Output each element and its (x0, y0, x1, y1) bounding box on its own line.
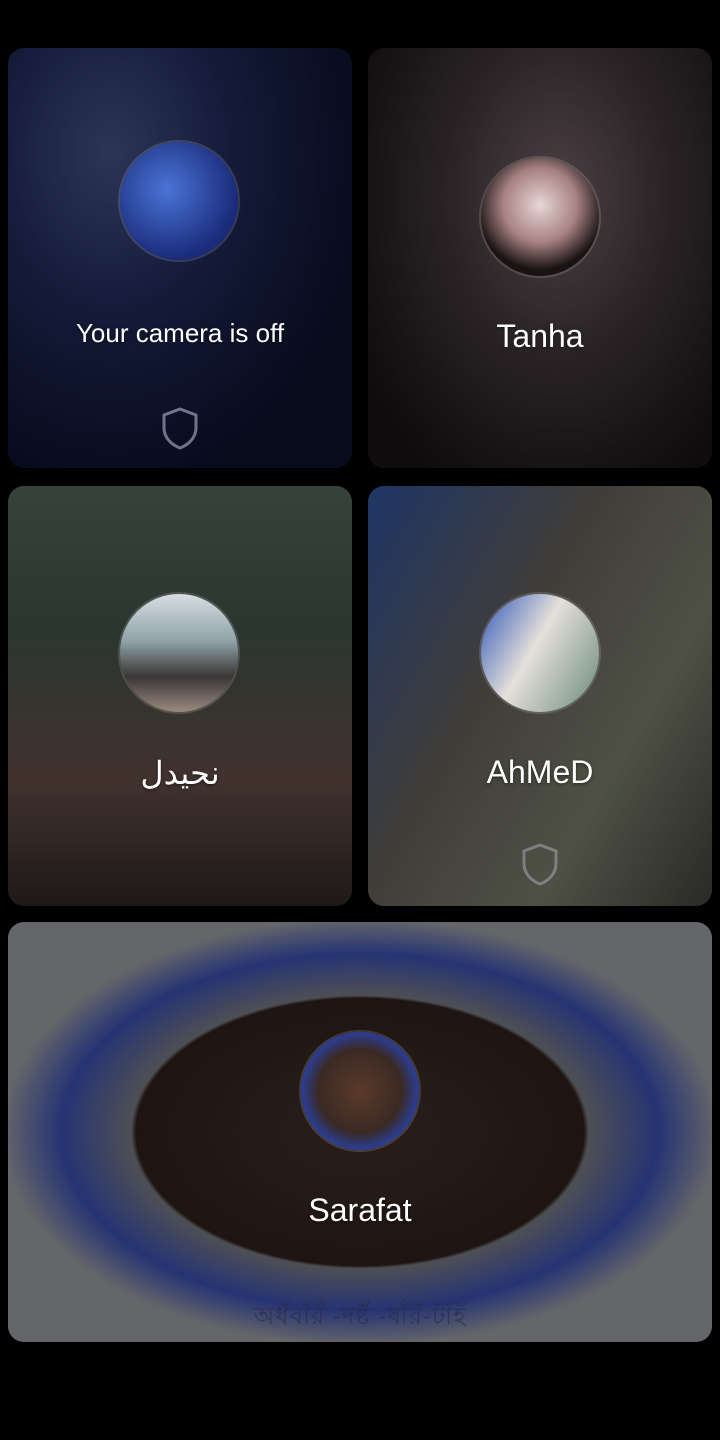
avatar (120, 594, 238, 712)
participant-tile-ahmed[interactable]: AhMeD (368, 486, 712, 906)
camera-off-label: Your camera is off (75, 318, 285, 348)
shield-icon (162, 407, 198, 450)
participant-tile-nahid[interactable]: نحيدل (8, 486, 352, 906)
participant-name: Sarafat (308, 1192, 412, 1228)
avatar (120, 142, 238, 260)
participant-name: AhMeD (486, 754, 594, 790)
participant-name: نحيدل (140, 755, 220, 791)
participant-tile-sarafat[interactable]: Sarafat অধঁবাঁরঁ -দষ্টঁ -বাঁরঁ-টাঁহঁ (8, 922, 712, 1342)
avatar (481, 594, 599, 712)
avatar (301, 1032, 419, 1150)
background-caption: অধঁবাঁরঁ -দষ্টঁ -বাঁরঁ-টাঁহঁ (253, 1303, 467, 1330)
shield-icon (522, 843, 558, 886)
avatar (481, 158, 599, 276)
participant-tile-self[interactable]: Your camera is off (8, 48, 352, 468)
participant-tile-tanha[interactable]: Tanha (368, 48, 712, 468)
participant-name: Tanha (496, 318, 584, 354)
